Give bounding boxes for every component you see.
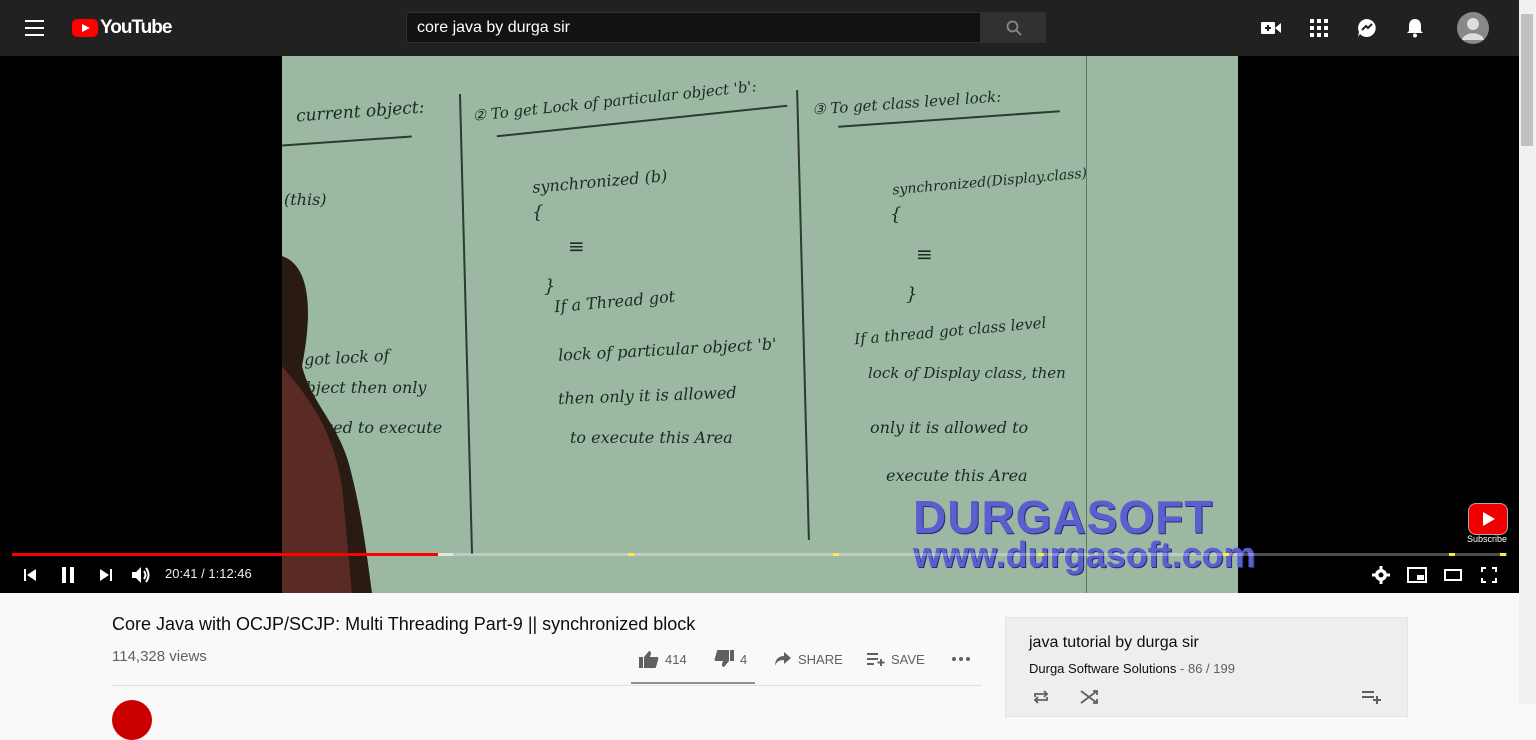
chapter-marker [1500, 553, 1506, 556]
col3-line3: only it is allowed to [870, 418, 1029, 437]
playlist-add-icon [867, 653, 885, 666]
col2-dots: ≡ [568, 234, 585, 258]
col3-dots: ≡ [916, 242, 933, 266]
chapter-marker [1449, 553, 1455, 556]
scrollbar-thumb[interactable] [1521, 14, 1533, 146]
col2-line1: If a Thread got [553, 286, 676, 317]
chapter-marker [1223, 553, 1229, 556]
progress-played [12, 553, 439, 556]
settings-icon[interactable] [1370, 564, 1392, 586]
col3-brace-close: } [906, 284, 918, 305]
volume-icon[interactable] [130, 564, 152, 586]
subscribe-label: Subscribe [1466, 534, 1508, 544]
notifications-icon[interactable] [1403, 16, 1427, 40]
playlist-title[interactable]: java tutorial by durga sir [1029, 634, 1199, 652]
save-label: SAVE [891, 651, 925, 667]
col2-heading: ② To get Lock of particular object 'b': [471, 77, 758, 125]
search-input[interactable] [407, 13, 980, 42]
playlist-save-icon[interactable] [1362, 690, 1382, 709]
chapter-marker [833, 553, 839, 556]
col2-brace-close: } [544, 276, 556, 297]
shuffle-icon[interactable] [1080, 690, 1098, 709]
share-button[interactable]: SHARE [774, 650, 843, 668]
col3-line1: If a thread got class level [853, 313, 1047, 349]
chapter-marker [1038, 553, 1044, 556]
subscribe-play-icon [1468, 503, 1508, 535]
search-button[interactable] [981, 12, 1046, 43]
channel-avatar[interactable] [112, 700, 152, 740]
share-icon [775, 652, 791, 666]
apps-icon[interactable] [1307, 16, 1331, 40]
col2-line3: then only it is allowed [557, 382, 737, 409]
time-display: 20:41 / 1:12:46 [165, 566, 252, 581]
menu-icon[interactable] [24, 18, 46, 38]
col3-line4: execute this Area [886, 466, 1028, 485]
presenter-figure [282, 256, 372, 593]
avatar-icon[interactable] [1457, 12, 1489, 44]
like-count: 414 [665, 651, 687, 667]
thumbs-down-icon [714, 650, 734, 667]
youtube-logo[interactable]: YouTube [72, 17, 172, 38]
video-player[interactable]: current object: (this) got lock of objec… [0, 56, 1519, 593]
chapter-marker [628, 553, 634, 556]
like-button[interactable]: 414 [639, 650, 687, 668]
subscribe-watermark[interactable]: Subscribe [1463, 503, 1509, 545]
search-icon [1006, 20, 1022, 36]
pause-icon[interactable] [57, 564, 79, 586]
theater-icon[interactable] [1442, 564, 1464, 586]
create-video-icon[interactable] [1259, 16, 1283, 40]
info-divider [112, 685, 982, 686]
youtube-play-icon [72, 19, 98, 37]
previous-icon[interactable] [19, 564, 41, 586]
more-actions-icon[interactable] [951, 650, 971, 668]
view-count: 114,328 views [112, 648, 207, 665]
playlist-position: - 86 / 199 [1176, 661, 1235, 676]
fullscreen-icon[interactable] [1478, 564, 1500, 586]
save-button[interactable]: SAVE [867, 650, 925, 668]
playlist-owner[interactable]: Durga Software Solutions [1029, 661, 1176, 676]
next-icon[interactable] [95, 564, 117, 586]
col3-code: synchronized(Display.class) [891, 165, 1088, 199]
playlist-owner-line: Durga Software Solutions - 86 / 199 [1029, 661, 1235, 676]
col2-line4: to execute this Area [570, 428, 733, 447]
col1-code: (this) [284, 190, 327, 209]
col2-line2: lock of particular object 'b' [557, 334, 777, 365]
share-label: SHARE [798, 651, 843, 667]
logo-text: YouTube [100, 17, 172, 38]
sentiment-bar [631, 682, 755, 684]
col3-line2: lock of Display class, then [868, 364, 1066, 382]
col2-brace-open: { [532, 202, 544, 223]
loop-icon[interactable] [1032, 690, 1050, 709]
col3-brace-open: { [890, 204, 902, 225]
search-box[interactable] [406, 12, 981, 43]
miniplayer-icon[interactable] [1406, 564, 1428, 586]
dislike-button[interactable]: 4 [714, 650, 747, 668]
thumbs-up-icon [639, 651, 659, 668]
video-title: Core Java with OCJP/SCJP: Multi Threadin… [112, 614, 696, 634]
col3-heading: ③ To get class level lock: [811, 87, 1002, 119]
dislike-count: 4 [740, 651, 748, 667]
messages-icon[interactable] [1355, 16, 1379, 40]
col2-code: synchronized (b) [531, 166, 669, 197]
col1-heading: current object: [295, 97, 426, 127]
